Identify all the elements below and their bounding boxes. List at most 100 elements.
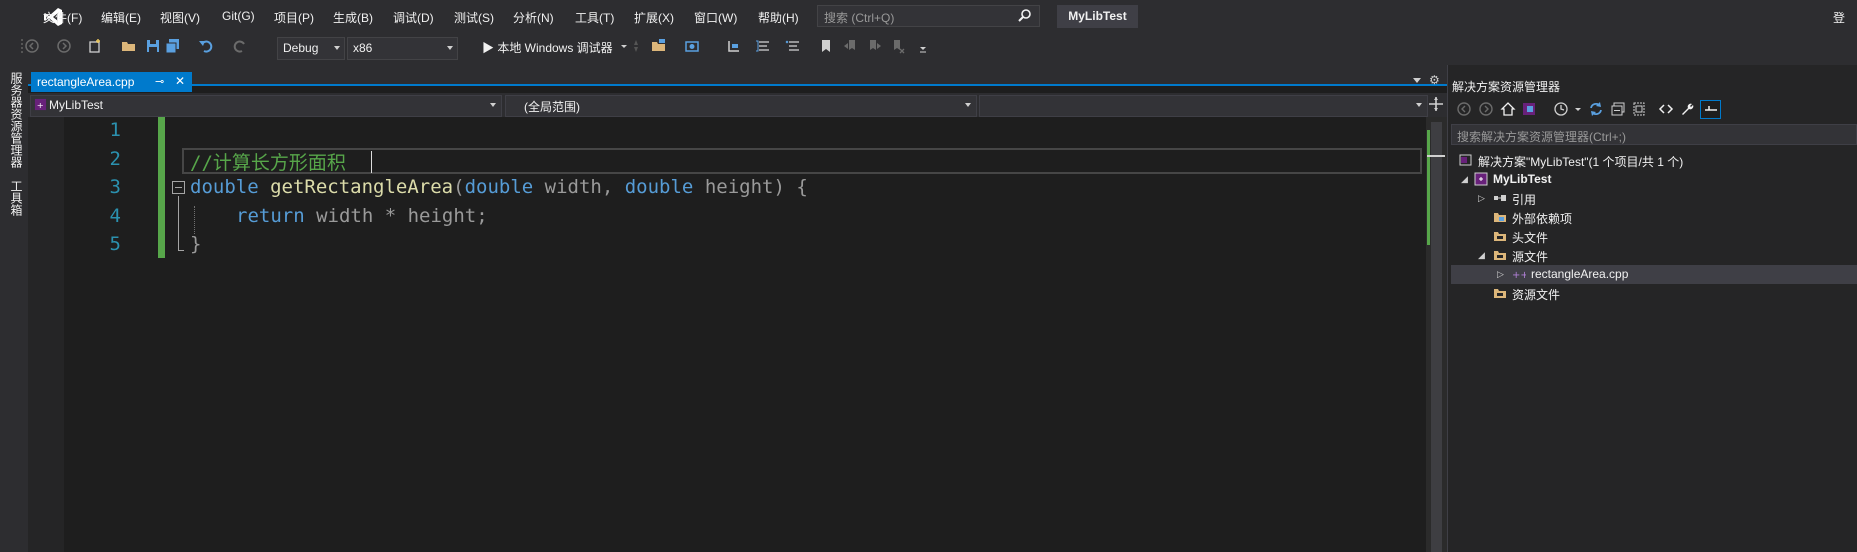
code-keyword: double xyxy=(624,176,694,198)
sign-in-link[interactable]: 登 xyxy=(1833,9,1845,26)
project-nav-value: MyLibTest xyxy=(49,98,104,112)
pin-icon[interactable]: ⊸ xyxy=(155,75,164,88)
menu-extensions[interactable]: 扩展(X) xyxy=(634,9,674,26)
switch-views-icon[interactable] xyxy=(1521,101,1537,117)
menu-file[interactable]: 文件(F) xyxy=(43,9,82,26)
menu-debug[interactable]: 调试(D) xyxy=(393,9,434,26)
toolbar-overflow-icon[interactable] xyxy=(915,38,931,54)
project-nav-select[interactable]: + MyLibTest xyxy=(30,95,502,117)
preview-icon xyxy=(1705,106,1717,111)
split-window-icon[interactable] xyxy=(1428,96,1444,112)
comment-lines-icon[interactable] xyxy=(755,38,771,54)
menu-edit[interactable]: 编辑(E) xyxy=(101,9,141,26)
uncomment-lines-icon[interactable] xyxy=(785,38,801,54)
tab-rectangle-area-cpp[interactable]: rectangleArea.cpp ⊸ ✕ xyxy=(31,72,192,92)
menu-test[interactable]: 测试(S) xyxy=(454,9,494,26)
code-keyword: return xyxy=(236,205,305,227)
code-punct: ( xyxy=(453,176,465,198)
sync-icon[interactable] xyxy=(1588,101,1604,117)
toolbox-tab[interactable]: 工具箱 xyxy=(8,180,25,216)
scrollbar-caret-marker xyxy=(1427,155,1445,157)
properties-wrench-icon[interactable] xyxy=(1679,101,1695,117)
tree-item-label: 外部依赖项 xyxy=(1512,212,1573,226)
navigate-forward-icon[interactable] xyxy=(56,38,72,54)
menu-build[interactable]: 生成(B) xyxy=(333,9,373,26)
tree-item-label: MyLibTest xyxy=(1493,172,1552,186)
expanded-arrow-icon[interactable]: ◢ xyxy=(1461,174,1468,185)
code-keyword: double xyxy=(464,176,534,198)
browse-folder-icon[interactable] xyxy=(651,38,667,54)
tree-item-source-files[interactable]: ◢ 源文件 xyxy=(1451,246,1857,265)
folder-filter-icon xyxy=(1494,232,1506,241)
next-bookmark-icon[interactable] xyxy=(866,38,882,54)
screenshot-icon[interactable] xyxy=(684,38,700,54)
outline-line xyxy=(178,196,179,250)
clear-bookmarks-icon[interactable] xyxy=(889,38,905,54)
collapsed-arrow-icon[interactable]: ▷ xyxy=(1497,269,1504,280)
close-icon[interactable]: ✕ xyxy=(175,74,185,88)
collapsed-arrow-icon[interactable]: ▷ xyxy=(1478,193,1485,204)
forward-icon[interactable] xyxy=(1478,101,1494,117)
save-all-icon[interactable] xyxy=(165,38,181,54)
gear-icon[interactable]: ⚙ xyxy=(1429,73,1440,87)
search-icon[interactable] xyxy=(1017,8,1033,24)
member-nav-select[interactable] xyxy=(979,95,1428,117)
svg-text:++: ++ xyxy=(1512,270,1526,281)
new-project-icon[interactable] xyxy=(87,38,103,54)
tree-item-resource-files[interactable]: 资源文件 xyxy=(1451,284,1857,303)
solution-explorer-search-input[interactable]: 搜索解决方案资源管理器(Ctrl+;) xyxy=(1451,124,1857,145)
tree-item-references[interactable]: ▷ 引用 xyxy=(1451,189,1857,208)
preview-selected-items-toggle[interactable] xyxy=(1700,100,1721,119)
back-icon[interactable] xyxy=(1456,101,1472,117)
platform-select[interactable]: x86 xyxy=(347,37,458,60)
undo-icon[interactable] xyxy=(198,38,214,54)
view-code-icon[interactable] xyxy=(1658,101,1674,117)
scrollbar-thumb[interactable] xyxy=(1431,122,1442,552)
scope-nav-select[interactable]: (全局范围) xyxy=(505,95,977,117)
search-placeholder: 搜索 (Ctrl+Q) xyxy=(824,11,895,25)
server-explorer-tab[interactable]: 服务器资源管理器 xyxy=(8,72,25,168)
tree-item-project[interactable]: ◢ MyLibTest xyxy=(1451,170,1857,189)
code-line-3: double getRectangleArea(double width, do… xyxy=(190,176,808,198)
pending-changes-filter-icon[interactable] xyxy=(1553,101,1569,117)
menu-view[interactable]: 视图(V) xyxy=(160,9,200,26)
home-icon[interactable] xyxy=(1500,101,1516,117)
bookmark-icon[interactable] xyxy=(818,38,834,54)
references-icon xyxy=(1494,195,1506,201)
navigate-back-icon[interactable] xyxy=(24,38,40,54)
hot-reload-icon[interactable] xyxy=(628,38,644,54)
start-debugging-button[interactable]: ▶ 本地 Windows 调试器 xyxy=(482,39,613,56)
solution-config-select[interactable]: Debug xyxy=(277,37,345,60)
tree-item-external-deps[interactable]: 外部依赖项 xyxy=(1451,208,1857,227)
collapse-all-icon[interactable] xyxy=(1610,101,1626,117)
show-all-files-icon[interactable] xyxy=(1631,101,1647,117)
tree-item-header-files[interactable]: 头文件 xyxy=(1451,227,1857,246)
menu-project[interactable]: 项目(P) xyxy=(274,9,314,26)
tree-item-label: 引用 xyxy=(1512,193,1537,207)
menu-analyze[interactable]: 分析(N) xyxy=(513,9,554,26)
expanded-arrow-icon[interactable]: ◢ xyxy=(1478,250,1485,261)
tab-title: rectangleArea.cpp xyxy=(37,75,135,89)
menu-help[interactable]: 帮助(H) xyxy=(758,9,799,26)
redo-icon[interactable] xyxy=(232,38,248,54)
menu-tools[interactable]: 工具(T) xyxy=(575,9,614,26)
outline-end xyxy=(178,250,184,251)
tree-item-rectangle-area-cpp[interactable]: ▷ ++ rectangleArea.cpp xyxy=(1451,265,1857,284)
menu-window[interactable]: 窗口(W) xyxy=(694,9,737,26)
tab-list-dropdown-icon[interactable] xyxy=(1413,78,1421,83)
chevron-down-icon[interactable] xyxy=(1570,101,1586,117)
previous-bookmark-icon[interactable] xyxy=(843,38,859,54)
open-file-icon[interactable] xyxy=(121,38,137,54)
save-icon[interactable] xyxy=(145,38,161,54)
step-into-icon[interactable] xyxy=(726,38,742,54)
tree-item-solution[interactable]: 解决方案"MyLibTest"(1 个项目/共 1 个) xyxy=(1451,151,1857,170)
search-input[interactable]: 搜索 (Ctrl+Q) xyxy=(817,5,1040,27)
current-line-highlight xyxy=(182,148,1422,174)
menu-git[interactable]: Git(G) xyxy=(222,9,255,23)
scope-nav-value: (全局范围) xyxy=(524,100,580,114)
collapse-outline-icon[interactable] xyxy=(172,181,185,194)
code-param: height) { xyxy=(693,176,808,198)
solution-icon xyxy=(1459,154,1472,166)
code-param: width, xyxy=(533,176,625,198)
tree-item-label: 头文件 xyxy=(1512,231,1549,245)
